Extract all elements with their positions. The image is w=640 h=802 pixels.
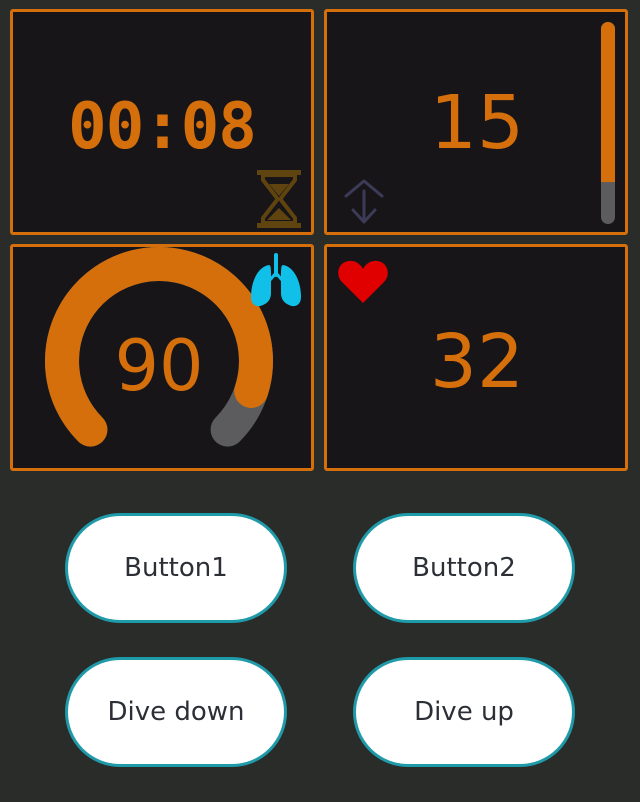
heart-rate-value: 32: [429, 319, 525, 405]
button2[interactable]: Button2: [353, 513, 575, 623]
button1[interactable]: Button1: [65, 513, 287, 623]
heart-icon: [338, 260, 388, 303]
lungs-icon: [251, 253, 301, 307]
depth-value: 15: [429, 80, 525, 166]
dive-down-button[interactable]: Dive down: [65, 657, 287, 767]
oxygen-value: 90: [114, 325, 204, 407]
dive-up-button[interactable]: Dive up: [353, 657, 575, 767]
depth-panel: 15: [324, 9, 628, 235]
ascent-descent-icon: [344, 179, 384, 224]
depth-bar-fill: [601, 22, 615, 182]
timer-panel: 00:08: [10, 9, 314, 235]
elapsed-time: 00:08: [68, 90, 257, 164]
oxygen-panel: 90: [10, 244, 314, 471]
heart-rate-panel: 32: [324, 244, 628, 471]
hourglass-icon: [257, 170, 301, 228]
depth-bar: [601, 22, 615, 224]
